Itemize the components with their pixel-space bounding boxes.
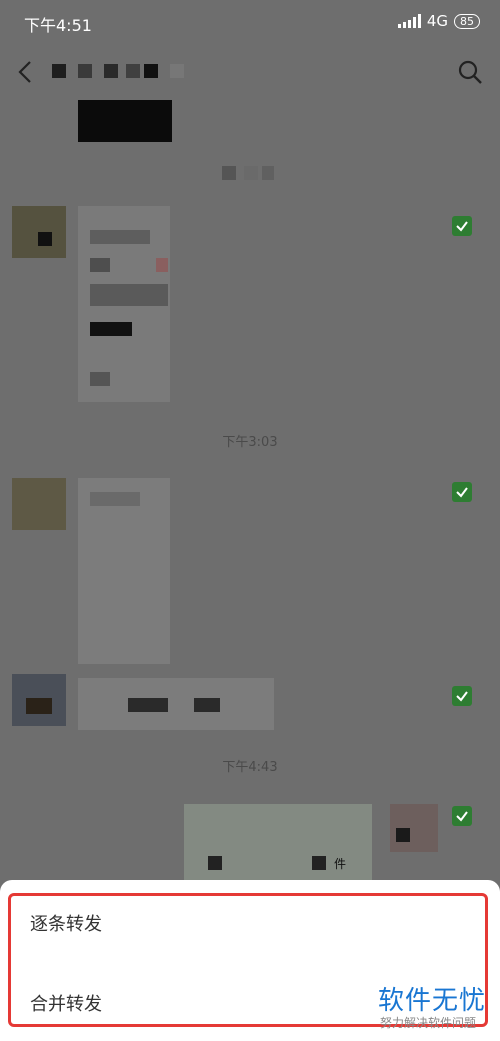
- select-checkbox[interactable]: [452, 686, 472, 706]
- status-icons: 4G 85: [397, 12, 480, 30]
- select-checkbox[interactable]: [452, 806, 472, 826]
- select-checkbox[interactable]: [452, 482, 472, 502]
- search-icon[interactable]: [456, 58, 484, 86]
- watermark-subtitle: 努力解决软件问题: [380, 1016, 477, 1030]
- status-time: 下午4:51: [24, 16, 92, 35]
- file-label: 件: [334, 857, 347, 871]
- chat-title-pixelated: [52, 64, 212, 80]
- back-arrow-icon[interactable]: [14, 58, 38, 86]
- watermark-title: 软件无忧: [378, 986, 487, 1016]
- chat-header: [0, 44, 500, 102]
- network-type: 4G: [426, 12, 448, 30]
- timestamp-label: 下午4:43: [222, 760, 278, 775]
- battery-icon: 85: [454, 13, 480, 29]
- status-bar: 下午4:51 4G 85: [0, 0, 500, 44]
- avatar: [12, 478, 66, 530]
- pixelated-message-bubble: [78, 678, 274, 730]
- signal-icon: [397, 14, 421, 28]
- select-checkbox[interactable]: [452, 216, 472, 236]
- redacted-text: [78, 100, 172, 142]
- timestamp-label: 下午3:03: [222, 435, 278, 450]
